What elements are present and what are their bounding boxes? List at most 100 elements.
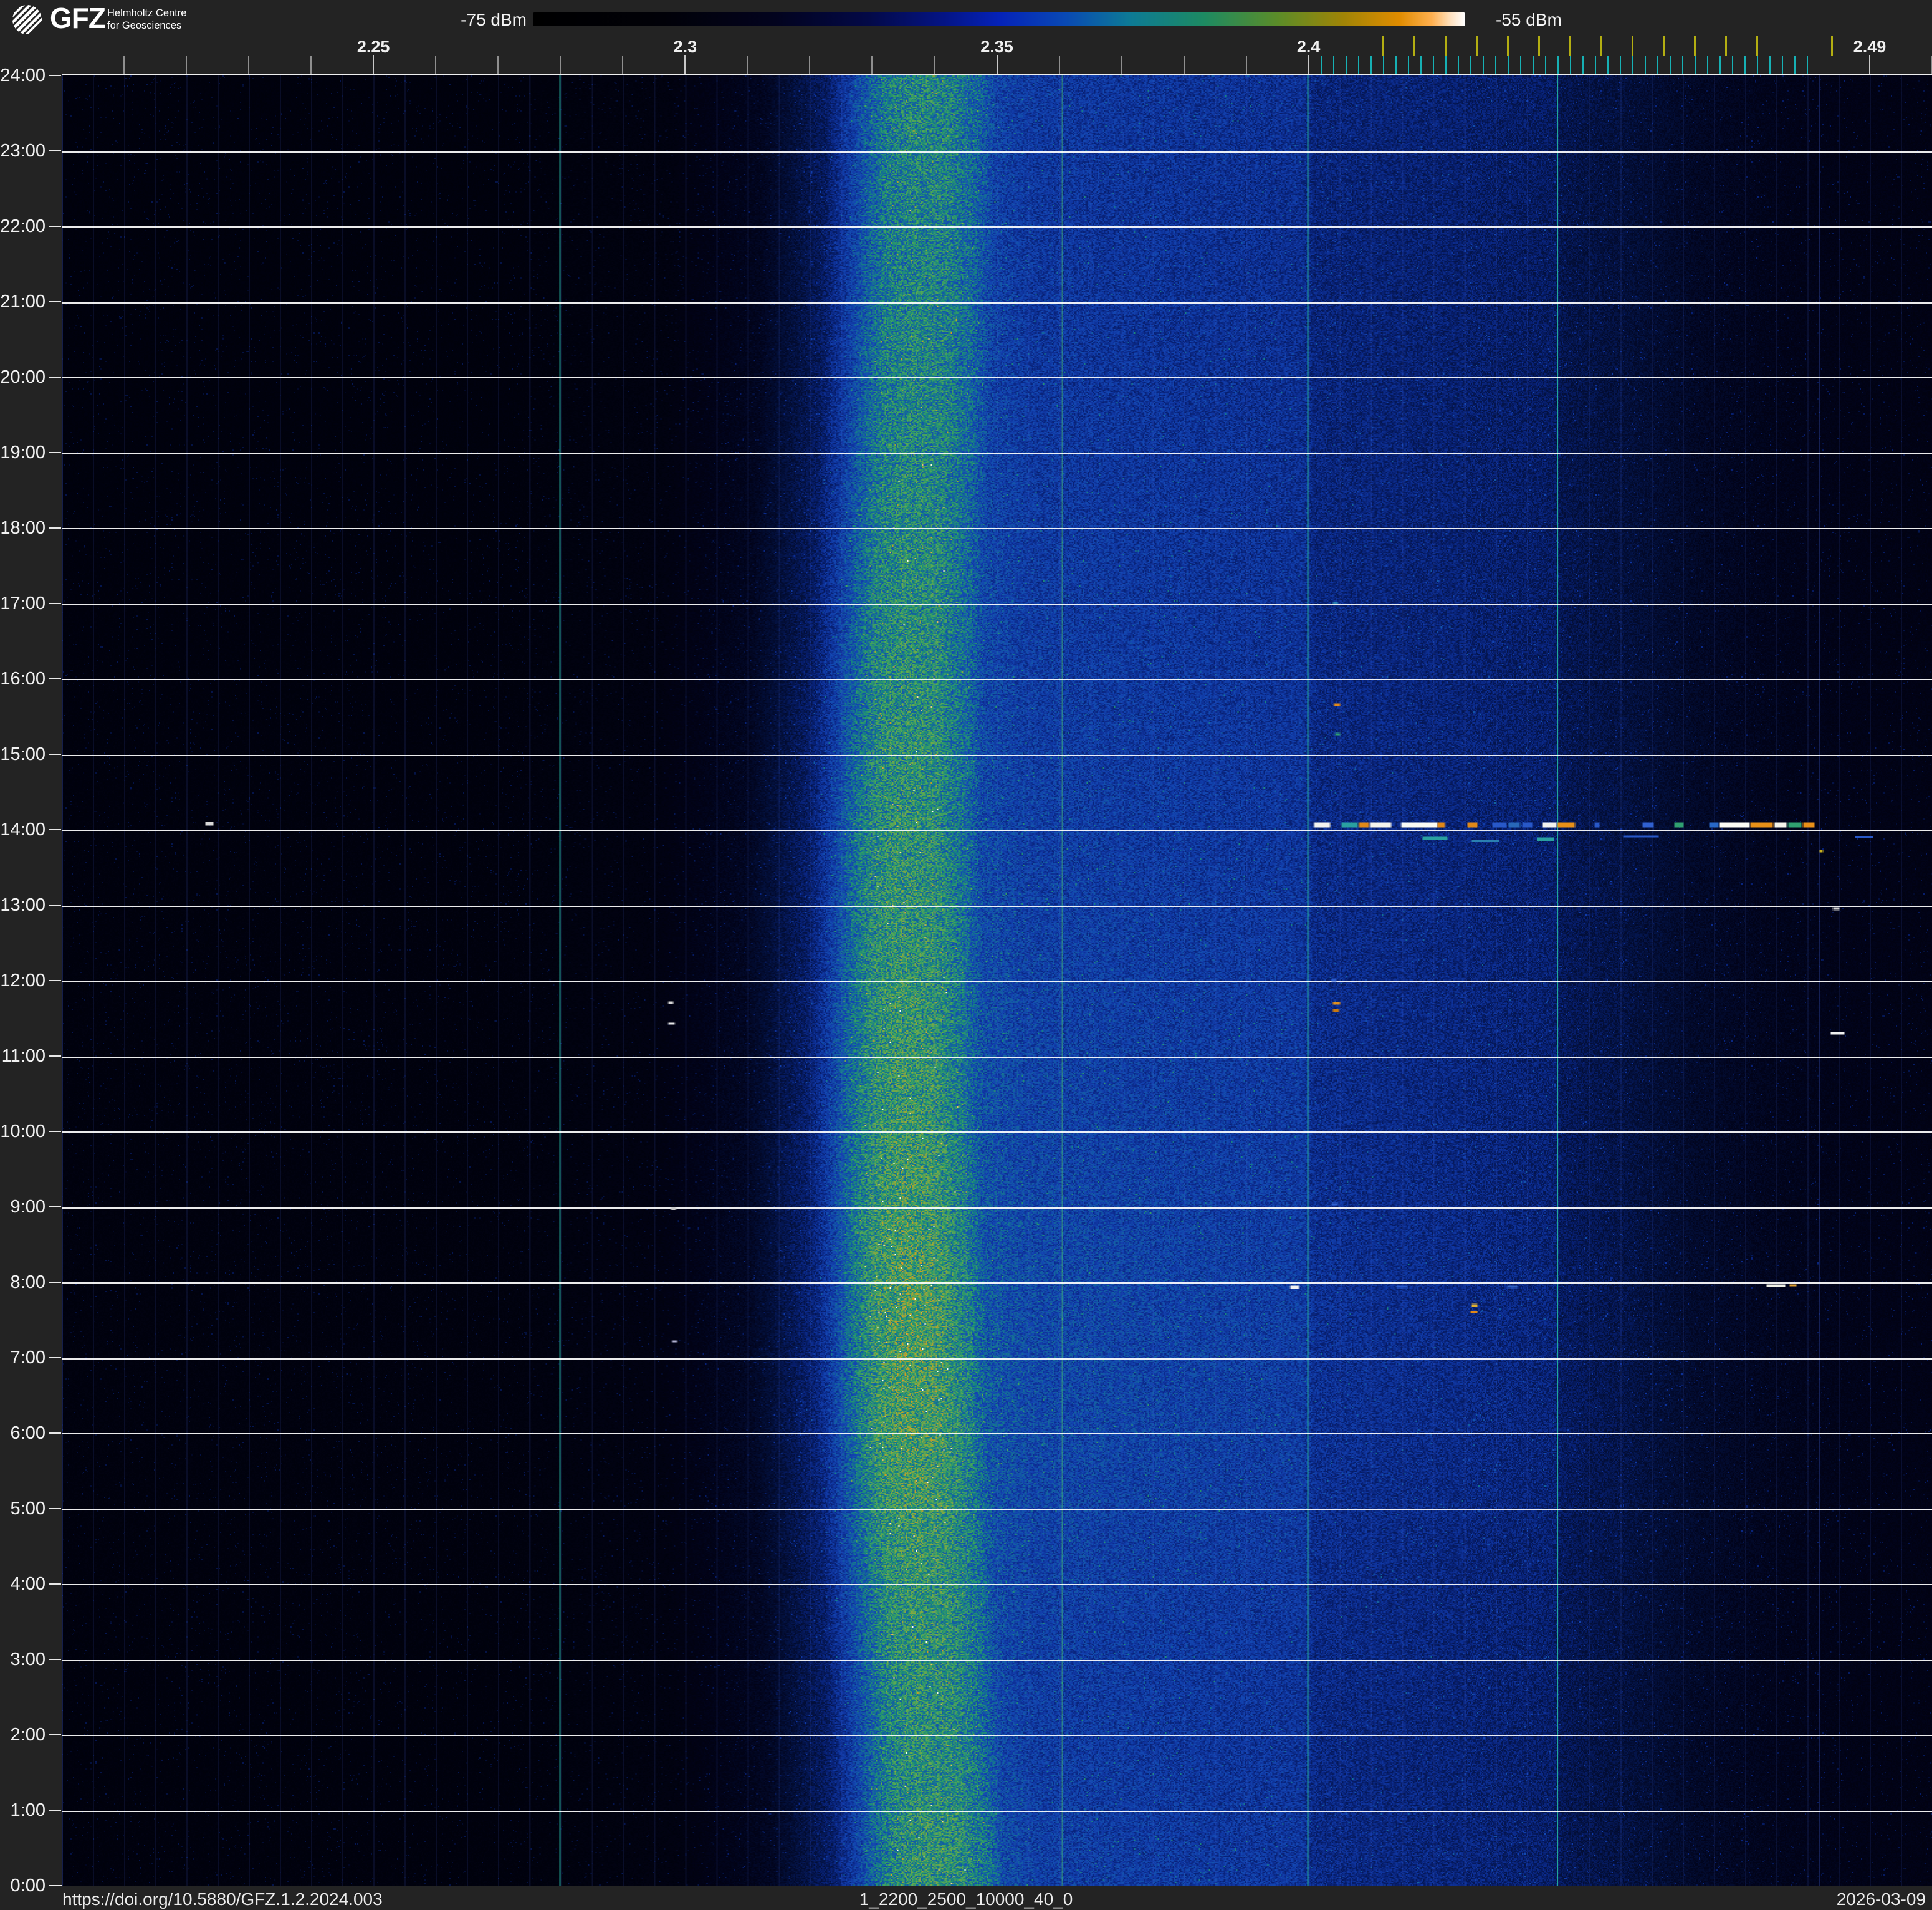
ble-channel-tick — [1445, 56, 1447, 75]
ble-channel-tick — [1333, 56, 1334, 75]
wifi-channel-tick — [1507, 36, 1509, 56]
freq-minor-tick — [871, 56, 873, 75]
time-tick-label: 10:00 — [0, 1121, 45, 1142]
wifi-channel-tick — [1600, 36, 1602, 56]
time-tick-label: 12:00 — [0, 971, 45, 991]
time-tick — [49, 1659, 61, 1660]
freq-minor-tick — [310, 56, 312, 75]
ble-channel-tick — [1520, 56, 1521, 75]
ble-channel-tick — [1757, 56, 1758, 75]
ble-channel-tick — [1620, 56, 1621, 75]
time-tick — [49, 1131, 61, 1132]
freq-labeled-tick — [997, 55, 998, 75]
ble-channel-tick — [1557, 56, 1559, 75]
ble-channel-tick — [1470, 56, 1471, 75]
wifi-channel-tick — [1445, 36, 1447, 56]
time-tick — [49, 1282, 61, 1283]
ble-channel-tick — [1370, 56, 1372, 75]
freq-labeled-tick — [1308, 55, 1309, 75]
time-tick-label: 20:00 — [0, 367, 45, 388]
ble-channel-tick — [1769, 56, 1771, 75]
freq-minor-tick — [1184, 56, 1185, 75]
ble-channel-tick — [1358, 56, 1359, 75]
freq-minor-tick — [1121, 56, 1122, 75]
dataset-id-label: 1_2200_2500_10000_40_0 — [0, 1889, 1932, 1909]
time-tick-label: 1:00 — [0, 1800, 45, 1821]
time-tick-label: 13:00 — [0, 895, 45, 916]
freq-minor-tick — [934, 56, 935, 75]
ble-channel-tick — [1794, 56, 1796, 75]
wifi-channel-tick — [1538, 36, 1540, 56]
freq-labeled-tick — [1869, 55, 1870, 75]
ble-channel-tick — [1346, 56, 1347, 75]
time-tick-label: 19:00 — [0, 443, 45, 463]
ble-channel-tick — [1458, 56, 1459, 75]
time-tick — [49, 75, 61, 76]
time-axis: 24:0023:0022:0021:0020:0019:0018:0017:00… — [0, 0, 62, 1910]
ble-channel-tick — [1495, 56, 1496, 75]
time-tick-label: 2:00 — [0, 1725, 45, 1745]
ble-channel-tick — [1545, 56, 1546, 75]
ble-channel-tick — [1657, 56, 1658, 75]
ble-channel-tick — [1695, 56, 1696, 75]
time-tick — [49, 1734, 61, 1735]
ble-channel-tick — [1807, 56, 1808, 75]
time-tick — [49, 301, 61, 302]
wifi-channel-tick — [1663, 36, 1665, 56]
ble-channel-tick — [1408, 56, 1409, 75]
ble-channel-tick — [1707, 56, 1708, 75]
ble-channel-tick — [1719, 56, 1721, 75]
time-tick — [49, 829, 61, 830]
time-tick — [49, 678, 61, 679]
time-tick-label: 6:00 — [0, 1423, 45, 1444]
time-tick — [49, 1432, 61, 1434]
spectrogram-plot-area — [62, 75, 1932, 1886]
freq-minor-tick — [809, 56, 810, 75]
time-tick-label: 5:00 — [0, 1499, 45, 1519]
ble-channel-tick — [1433, 56, 1434, 75]
freq-minor-tick — [1059, 56, 1060, 75]
ble-channel-tick — [1595, 56, 1596, 75]
time-tick — [49, 1206, 61, 1207]
ble-channel-tick — [1483, 56, 1484, 75]
freq-minor-tick — [186, 56, 187, 75]
wifi-channel-tick — [1476, 36, 1478, 56]
time-tick — [49, 226, 61, 227]
wifi-channel-tick — [1632, 36, 1633, 56]
time-tick-label: 7:00 — [0, 1348, 45, 1368]
ble-channel-tick — [1670, 56, 1671, 75]
ble-channel-tick — [1321, 56, 1322, 75]
ble-channel-tick — [1682, 56, 1683, 75]
time-tick — [49, 527, 61, 529]
freq-minor-tick — [497, 56, 499, 75]
time-tick — [49, 754, 61, 755]
time-tick — [49, 1810, 61, 1811]
ble-channel-tick — [1632, 56, 1633, 75]
time-tick — [49, 377, 61, 378]
time-tick-label: 18:00 — [0, 518, 45, 539]
wifi-channel-tick — [1413, 36, 1415, 56]
wifi-channel-tick — [1725, 36, 1727, 56]
time-tick-label: 4:00 — [0, 1574, 45, 1595]
ble-channel-tick — [1395, 56, 1397, 75]
time-tick-label: 9:00 — [0, 1197, 45, 1217]
time-tick-label: 21:00 — [0, 292, 45, 312]
time-tick-label: 8:00 — [0, 1272, 45, 1293]
freq-minor-tick — [560, 56, 561, 75]
time-tick — [49, 905, 61, 906]
frequency-axis: 2.252.32.352.42.49 — [0, 0, 1932, 75]
time-tick-label: 16:00 — [0, 669, 45, 689]
ble-channel-tick — [1582, 56, 1584, 75]
wifi-channel-tick — [1756, 36, 1758, 56]
freq-tick-label: 2.49 — [1826, 37, 1913, 57]
freq-minor-tick — [248, 56, 249, 75]
ble-channel-tick — [1570, 56, 1571, 75]
time-tick-label: 14:00 — [0, 820, 45, 840]
freq-minor-tick — [622, 56, 623, 75]
freq-minor-tick — [747, 56, 748, 75]
time-tick — [49, 1508, 61, 1509]
freq-tick-label: 2.25 — [330, 37, 417, 57]
ble-channel-tick — [1533, 56, 1534, 75]
time-tick-label: 22:00 — [0, 216, 45, 237]
ble-channel-tick — [1508, 56, 1509, 75]
